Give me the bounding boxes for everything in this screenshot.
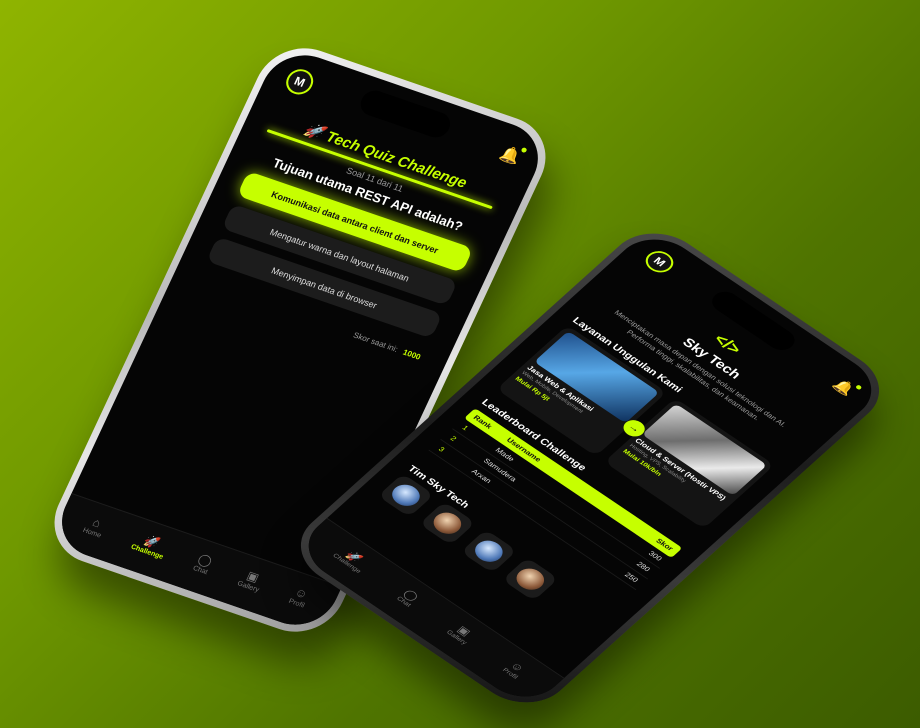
bottom-nav: ⌂ Home 🚀 Challenge ◯ Chat ▣ Gallery ☺ Pr…	[48, 493, 343, 636]
avatar[interactable]: M	[640, 246, 679, 277]
nav-challenge[interactable]: 🚀 Challenge	[331, 544, 371, 575]
rocket-icon: 🚀	[301, 120, 327, 143]
avatar[interactable]: M	[281, 65, 318, 98]
nav-challenge[interactable]: 🚀 Challenge	[130, 531, 171, 561]
mockup-stage: M 🔔 🚀 Tech Quiz Challenge Soal 11 dari 1…	[0, 0, 920, 728]
team-member-avatar[interactable]	[502, 557, 559, 602]
nav-home[interactable]: ⌂ Home	[82, 514, 109, 539]
bell-icon[interactable]: 🔔	[829, 376, 859, 399]
nav-chat[interactable]: ◯ Chat	[192, 551, 215, 576]
profile-icon: ☺	[292, 584, 311, 602]
nav-profil[interactable]: ☺ Profil	[501, 659, 528, 680]
nav-gallery[interactable]: ▣ Gallery	[236, 567, 266, 594]
home-icon: ⌂	[90, 515, 104, 531]
nav-gallery[interactable]: ▣ Gallery	[445, 621, 477, 646]
nav-chat[interactable]: ◯ Chat	[395, 587, 421, 608]
team-member-avatar[interactable]	[419, 501, 476, 546]
gallery-icon: ▣	[244, 568, 262, 585]
bell-icon[interactable]: 🔔	[496, 143, 523, 168]
nav-home-label: Home	[81, 527, 103, 540]
team-member-avatar[interactable]	[460, 529, 518, 574]
score-value: 1000	[401, 347, 423, 362]
nav-profil[interactable]: ☺ Profil	[287, 584, 311, 610]
